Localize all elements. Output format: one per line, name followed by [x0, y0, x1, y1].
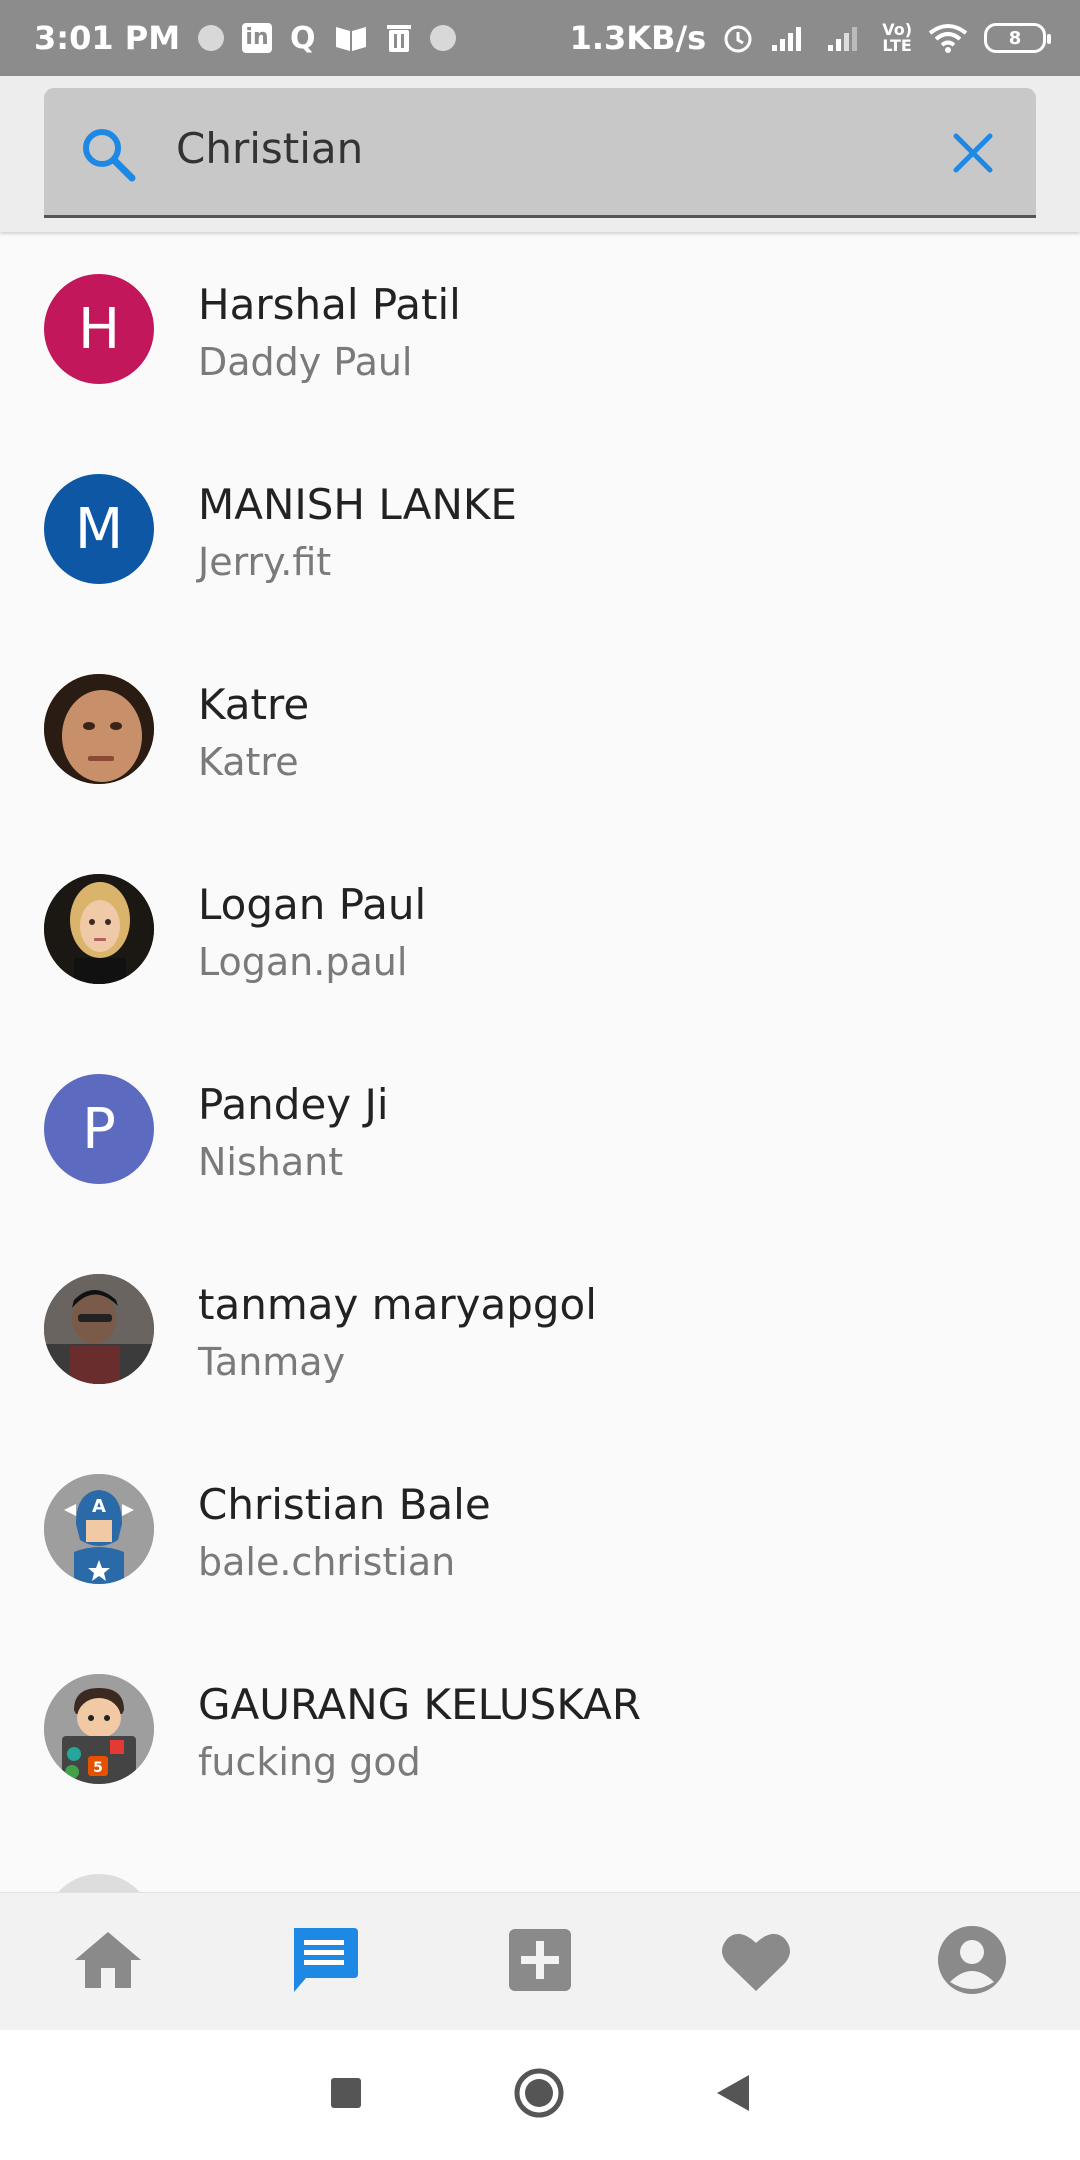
status-bar: 3:01 PM in Q 1.3KB/s Vo) LTE 8 [0, 0, 1080, 76]
contact-name: Logan Paul [198, 880, 427, 929]
avatar-photo [44, 674, 154, 784]
contact-name: Harshal Patil [198, 280, 461, 329]
close-icon[interactable] [950, 130, 996, 176]
contact-name: tanmay maryapgol [198, 1280, 597, 1329]
contact-name: Katre [198, 680, 310, 729]
list-item[interactable]: A Christian Bale bale.christian [0, 1432, 1080, 1632]
list-item[interactable]: M MANISH LANKE Jerry.fit [0, 432, 1080, 632]
battery-level: 8 [1008, 27, 1022, 49]
avatar-initial: M [74, 496, 124, 562]
circle-icon [198, 25, 225, 51]
avatar-initial: P [82, 1096, 116, 1162]
contact-subtitle: Daddy Paul [198, 340, 413, 384]
avatar-photo [44, 1274, 154, 1384]
contact-subtitle: Nishant [198, 1140, 344, 1184]
search-icon [78, 124, 138, 184]
search-box[interactable] [44, 88, 1036, 218]
search-header [0, 76, 1080, 232]
contact-subtitle: fucking god [198, 1740, 421, 1784]
status-right: 1.3KB/s Vo) LTE 8 [569, 19, 1051, 57]
contact-list: H Harshal Patil Daddy Paul M MANISH LANK… [0, 232, 1080, 1892]
nav-profile[interactable] [912, 1902, 1032, 2022]
back-icon[interactable] [715, 2073, 751, 2117]
avatar-developer-icon: 5 [44, 1674, 154, 1784]
avatar: M [44, 474, 154, 584]
bottom-nav [0, 1892, 1080, 2031]
contact-name: Pandey Ji [198, 1080, 389, 1129]
avatar-captain-icon: A [44, 1474, 154, 1584]
quora-icon: Q [290, 20, 316, 56]
account-icon [936, 1924, 1008, 2000]
nav-favorites[interactable] [696, 1902, 816, 2022]
network-speed: 1.3KB/s [569, 19, 707, 57]
heart-icon [719, 1927, 793, 1997]
list-item[interactable]: Katre Katre [0, 632, 1080, 832]
avatar: H [44, 274, 154, 384]
contact-subtitle: bale.christian [198, 1540, 456, 1584]
system-nav [0, 2030, 1080, 2160]
list-item[interactable]: tanmay maryapgol Tanmay [0, 1232, 1080, 1432]
add-box-icon [507, 1927, 573, 1997]
list-item[interactable]: 5 GAURANG KELUSKAR fucking god [0, 1632, 1080, 1832]
chat-icon [288, 1924, 360, 2000]
contact-name: MANISH LANKE [198, 480, 517, 529]
home-icon [71, 1928, 145, 1996]
nav-chat[interactable] [264, 1902, 384, 2022]
alarm-icon [722, 22, 754, 54]
signal-icon [770, 23, 810, 53]
contact-subtitle: Katre [198, 740, 299, 784]
contact-subtitle: Jerry.fit [198, 540, 332, 584]
home-circle-icon[interactable] [513, 2067, 565, 2123]
wifi-icon [928, 23, 968, 53]
avatar-photo [44, 1874, 154, 1892]
status-left: 3:01 PM in Q [34, 19, 456, 57]
avatar-initial: H [77, 296, 121, 362]
svg-text:5: 5 [93, 1760, 103, 1776]
nav-home[interactable] [48, 1902, 168, 2022]
list-item-partial[interactable] [0, 1832, 1080, 1892]
contact-name: Christian Bale [198, 1480, 491, 1529]
list-item[interactable]: P Pandey Ji Nishant [0, 1032, 1080, 1232]
contact-name: GAURANG KELUSKAR [198, 1680, 642, 1729]
svg-text:A: A [92, 1496, 106, 1517]
circle-icon [429, 25, 456, 51]
battery-icon: 8 [984, 23, 1051, 53]
signal-icon [826, 23, 866, 53]
book-icon [334, 23, 368, 53]
avatar: P [44, 1074, 154, 1184]
list-item[interactable]: Logan Paul Logan.paul [0, 832, 1080, 1032]
list-item[interactable]: H Harshal Patil Daddy Paul [0, 232, 1080, 432]
nav-add[interactable] [480, 1902, 600, 2022]
status-time: 3:01 PM [34, 19, 181, 57]
avatar-photo [44, 874, 154, 984]
search-input[interactable] [176, 118, 956, 178]
contact-subtitle: Logan.paul [198, 940, 408, 984]
volte-icon: Vo) LTE [882, 20, 912, 55]
contact-subtitle: Tanmay [198, 1340, 346, 1384]
trash-icon [386, 23, 412, 53]
recents-icon[interactable] [329, 2076, 363, 2114]
linkedin-icon: in [242, 23, 273, 53]
